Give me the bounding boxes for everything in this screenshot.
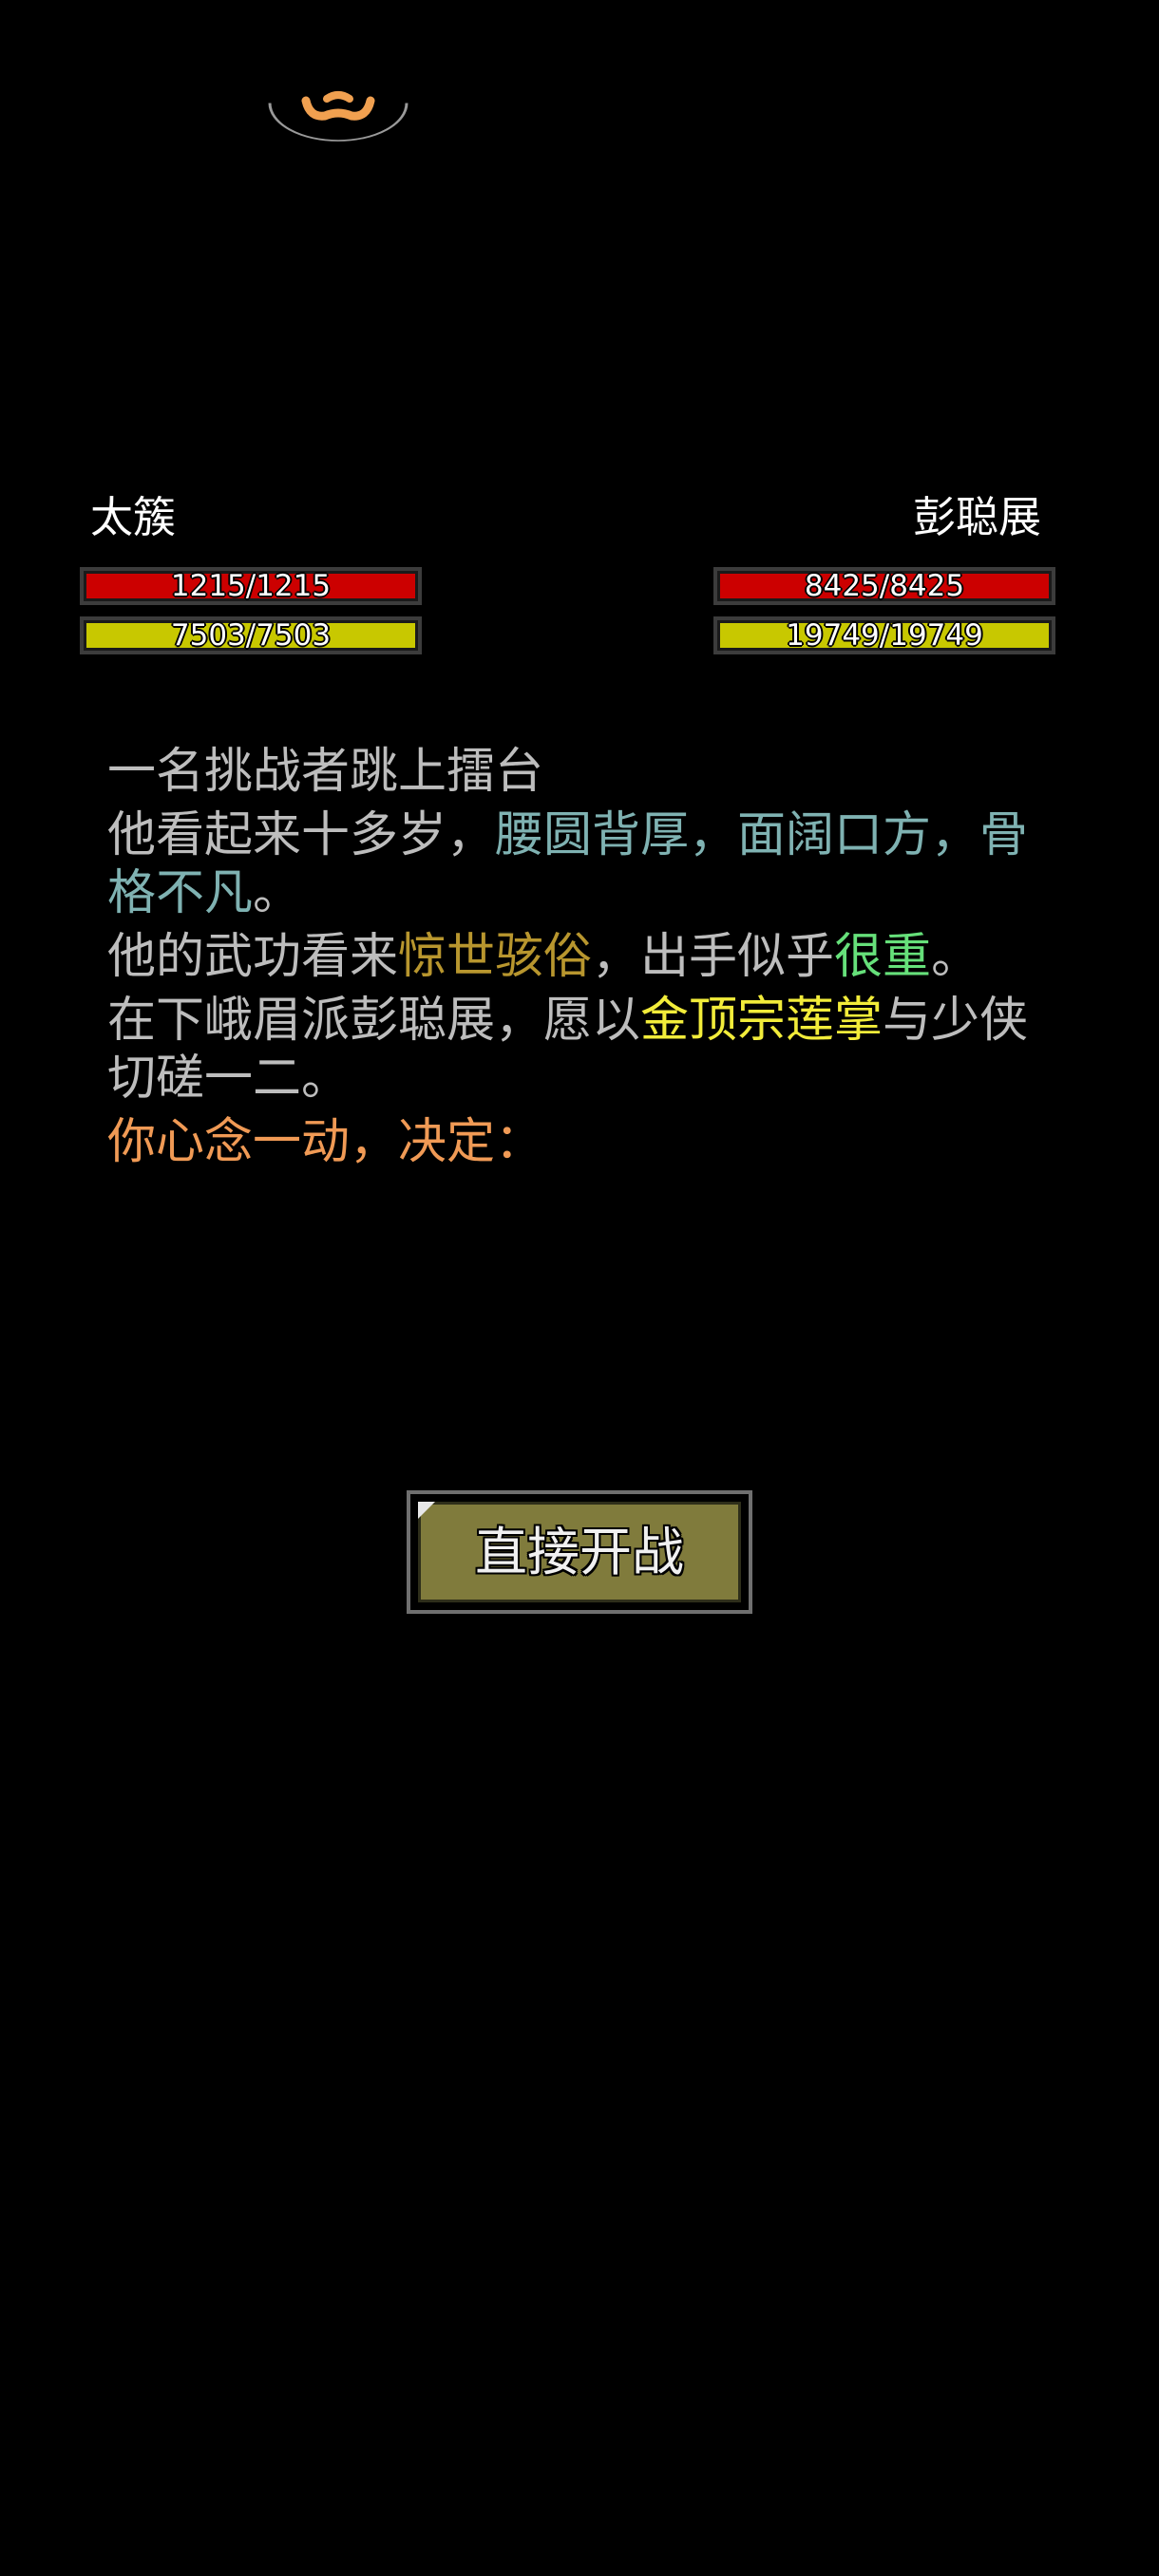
story-text: 他看起来十多岁，	[107, 807, 496, 863]
start-battle-label: 直接开战	[474, 1522, 684, 1582]
story-line-martial: 他的武功看来惊世骇俗，出手似乎很重。	[107, 928, 1048, 986]
player-mp-text: 7503/7503	[170, 618, 332, 653]
enemy-mp-text: 19749/19749	[786, 618, 983, 653]
story-line-decision: 你心念一动，决定：	[107, 1113, 1048, 1171]
story-text: 在下峨眉派彭聪展，愿以	[107, 993, 641, 1049]
story-highlight-skill: 惊世骇俗	[398, 929, 593, 985]
story-log: 一名挑战者跳上擂台 他看起来十多岁，腰圆背厚，面阔口方，骨格不凡。 他的武功看来…	[107, 743, 1048, 1177]
story-text: 。	[931, 929, 980, 985]
story-highlight-strength: 很重	[834, 929, 932, 985]
player-hp-bar: 1215/1215	[80, 567, 422, 605]
story-highlight-technique: 金顶宗莲掌	[640, 993, 884, 1049]
story-prompt: 你心念一动，决定：	[107, 1114, 544, 1170]
player-name: 太簇	[90, 492, 177, 542]
story-line-challenger: 一名挑战者跳上擂台	[107, 743, 1048, 801]
start-battle-button[interactable]: 直接开战	[407, 1490, 752, 1614]
story-line-greeting: 在下峨眉派彭聪展，愿以金顶宗莲掌与少侠切磋一二。	[107, 992, 1048, 1108]
enemy-mp-bar: 19749/19749	[713, 616, 1055, 654]
story-text: ，出手似乎	[592, 929, 835, 985]
portrait-icon	[268, 19, 408, 146]
character-portrait	[268, 19, 408, 146]
enemy-name: 彭聪展	[912, 492, 1041, 542]
enemy-hp-bar: 8425/8425	[713, 567, 1055, 605]
story-text: 。	[253, 865, 302, 921]
player-mp-bar: 7503/7503	[80, 616, 422, 654]
story-line-appearance: 他看起来十多岁，腰圆背厚，面阔口方，骨格不凡。	[107, 806, 1048, 922]
enemy-hp-text: 8425/8425	[804, 569, 965, 603]
story-text: 一名挑战者跳上擂台	[107, 744, 544, 800]
story-text: 他的武功看来	[107, 929, 399, 985]
player-hp-text: 1215/1215	[170, 569, 332, 603]
